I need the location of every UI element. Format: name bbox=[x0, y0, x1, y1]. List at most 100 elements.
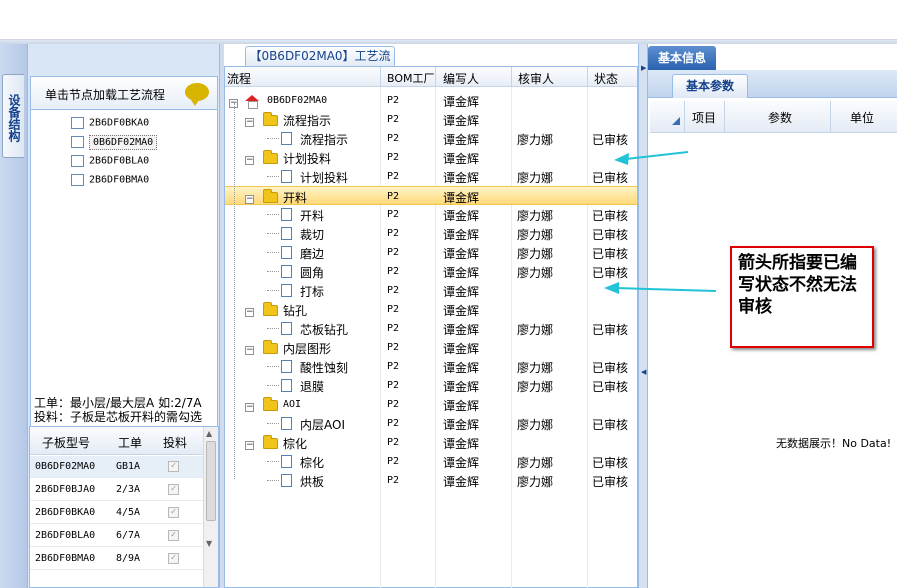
cell-reviewer: 廖力娜 bbox=[517, 266, 554, 280]
cell-process-name: 开料 bbox=[283, 191, 308, 205]
cell-writer: 谭金辉 bbox=[443, 209, 480, 223]
annotation-callout: 箭头所指要已编写状态不然无法审核 bbox=[730, 246, 874, 348]
scroll-down-icon[interactable]: ▼ bbox=[206, 539, 212, 548]
col-writer[interactable]: 编写人 bbox=[443, 70, 479, 87]
process-row[interactable]: 退膜 P2 谭金辉 廖力娜 已审核 bbox=[225, 376, 637, 395]
collapse-icon[interactable]: − bbox=[245, 346, 254, 355]
cell-process-name: 烘板 bbox=[300, 475, 325, 489]
cell-factory: P2 bbox=[387, 191, 400, 202]
cell-writer: 谭金辉 bbox=[443, 285, 480, 299]
tree-connector bbox=[267, 233, 279, 234]
cell-status: 已审核 bbox=[592, 323, 629, 337]
sub-grid-row[interactable]: 0B6DF02MA0 GB1A ✓ bbox=[30, 456, 205, 478]
collapse-left-icon[interactable]: ◀ bbox=[641, 368, 646, 376]
col-sub-model[interactable]: 子板型号 bbox=[42, 434, 90, 451]
device-tree: −AB6DF02LA02B6DF0BJA02B6DF0BKA00B6DF02MA… bbox=[30, 76, 218, 430]
cell-factory: P2 bbox=[387, 266, 400, 277]
scroll-up-icon[interactable]: ▲ bbox=[206, 429, 212, 438]
process-row[interactable]: 磨边 P2 谭金辉 廖力娜 已审核 bbox=[225, 243, 637, 262]
process-row[interactable]: 裁切 P2 谭金辉 廖力娜 已审核 bbox=[225, 224, 637, 243]
col-flow[interactable]: 流程 bbox=[227, 70, 251, 87]
sub-grid-row[interactable]: 2B6DF0BJA0 2/3A ✓ bbox=[30, 479, 205, 501]
col-item[interactable]: 项目 bbox=[692, 109, 716, 126]
cell-process-name: 计划投料 bbox=[283, 152, 332, 166]
process-row[interactable]: 开料 P2 谭金辉 廖力娜 已审核 bbox=[225, 205, 637, 224]
collapse-icon[interactable]: − bbox=[245, 195, 254, 204]
sub-grid-row[interactable]: 2B6DF0BLA0 6/7A ✓ bbox=[30, 525, 205, 547]
cell-writer: 谭金辉 bbox=[443, 380, 480, 394]
cell-writer: 谭金辉 bbox=[443, 304, 480, 318]
process-row-root[interactable]: −0B6DF02MA0 P2 谭金辉 bbox=[225, 91, 637, 110]
tab-device-structure[interactable]: 设备结构 bbox=[2, 74, 24, 158]
col-bom-factory[interactable]: BOM工厂 bbox=[387, 70, 435, 86]
process-row[interactable]: − 内层图形 P2 谭金辉 bbox=[225, 338, 637, 357]
cell-reviewer: 廖力娜 bbox=[517, 171, 554, 185]
process-row[interactable]: − AOI P2 谭金辉 bbox=[225, 395, 637, 414]
document-icon bbox=[281, 474, 292, 487]
process-grid-header: 流程 BOM工厂 编写人 核审人 状态 bbox=[225, 67, 637, 87]
process-row[interactable]: 芯板钻孔 P2 谭金辉 廖力娜 已审核 bbox=[225, 319, 637, 338]
tree-node-label: 0B6DF02MA0 bbox=[89, 134, 158, 150]
node-icon bbox=[71, 155, 84, 167]
cell-factory: P2 bbox=[387, 285, 400, 296]
cell-factory: P2 bbox=[387, 342, 400, 353]
col-work-order[interactable]: 工单 bbox=[118, 434, 142, 451]
tree-node-child[interactable]: 2B6DF0BMA0 bbox=[71, 174, 149, 193]
cell-writer: 谭金辉 bbox=[443, 399, 480, 413]
collapse-icon[interactable]: − bbox=[245, 156, 254, 165]
cell-factory: P2 bbox=[387, 95, 400, 106]
scroll-thumb[interactable] bbox=[206, 441, 216, 521]
sub-grid-row[interactable]: 2B6DF0BMA0 8/9A ✓ bbox=[30, 548, 205, 570]
process-flow-grid: 流程 BOM工厂 编写人 核审人 状态 − 0B6DF02MA0 P2 谭金辉 − 流程指… bbox=[224, 66, 638, 588]
process-row[interactable]: 棕化 P2 谭金辉 廖力娜 已审核 bbox=[225, 452, 637, 471]
cell-order: 2/3A bbox=[116, 484, 141, 495]
process-row[interactable]: 内层AOI P2 谭金辉 廖力娜 已审核 bbox=[225, 414, 637, 433]
tree-node-child[interactable]: 0B6DF02MA0 bbox=[71, 134, 158, 155]
header-divider bbox=[587, 67, 588, 87]
feed-checkbox[interactable]: ✓ bbox=[168, 507, 179, 518]
collapse-icon[interactable]: − bbox=[245, 118, 254, 127]
process-row[interactable]: 打标 P2 谭金辉 bbox=[225, 281, 637, 300]
process-row[interactable]: − 计划投料 P2 谭金辉 bbox=[225, 148, 637, 167]
collapse-icon[interactable]: − bbox=[245, 308, 254, 317]
feed-checkbox[interactable]: ✓ bbox=[168, 530, 179, 541]
tab-basic-params[interactable]: 基本参数 bbox=[672, 74, 748, 98]
col-feed[interactable]: 投料 bbox=[163, 434, 187, 451]
process-row[interactable]: 流程指示 P2 谭金辉 廖力娜 已审核 bbox=[225, 129, 637, 148]
process-row[interactable]: 酸性蚀刻 P2 谭金辉 廖力娜 已审核 bbox=[225, 357, 637, 376]
cell-process-name: 棕化 bbox=[300, 456, 325, 470]
process-flow-title: 【0B6DF02MA0】工艺流程 bbox=[245, 46, 395, 81]
tree-node-child[interactable]: 2B6DF0BKA0 bbox=[71, 117, 149, 136]
col-reviewer[interactable]: 核审人 bbox=[518, 70, 554, 87]
note-line-feed: 投料：子板是芯板开料的需勾选 bbox=[34, 410, 203, 424]
process-row[interactable]: 圆角 P2 谭金辉 廖力娜 已审核 bbox=[225, 262, 637, 281]
process-row[interactable]: 烘板 P2 谭金辉 廖力娜 已审核 bbox=[225, 471, 637, 490]
tree-node-child[interactable]: 2B6DF0BLA0 bbox=[71, 155, 149, 174]
process-row[interactable]: 计划投料 P2 谭金辉 廖力娜 已审核 bbox=[225, 167, 637, 186]
process-row[interactable]: − 流程指示 P2 谭金辉 bbox=[225, 110, 637, 129]
feed-checkbox[interactable]: ✓ bbox=[168, 484, 179, 495]
process-row[interactable]: − 钻孔 P2 谭金辉 bbox=[225, 300, 637, 319]
collapse-icon[interactable]: − bbox=[245, 403, 254, 412]
tree-node-label: 2B6DF0BMA0 bbox=[89, 174, 150, 186]
tree-connector bbox=[267, 176, 279, 177]
col-param[interactable]: 参数 bbox=[768, 109, 792, 126]
cell-process-name: 钻孔 bbox=[283, 304, 308, 318]
sub-grid-row[interactable]: 2B6DF0BKA0 4/5A ✓ bbox=[30, 502, 205, 524]
feed-checkbox[interactable]: ✓ bbox=[168, 553, 179, 564]
process-row[interactable]: − 棕化 P2 谭金辉 bbox=[225, 433, 637, 452]
process-row[interactable]: − 开料 P2 谭金辉 bbox=[225, 186, 637, 205]
document-icon bbox=[281, 227, 292, 240]
right-splitter[interactable]: ◀ ▶ bbox=[638, 44, 648, 588]
col-status[interactable]: 状态 bbox=[594, 70, 618, 87]
collapse-right-icon[interactable]: ▶ bbox=[641, 64, 646, 72]
document-icon bbox=[281, 379, 292, 392]
feed-checkbox[interactable]: ✓ bbox=[168, 461, 179, 472]
tab-basic-info[interactable]: 基本信息 bbox=[648, 46, 716, 70]
sub-grid-scrollbar[interactable]: ▲ ▼ bbox=[203, 427, 218, 587]
cell-writer: 谭金辉 bbox=[443, 323, 480, 337]
cell-factory: P2 bbox=[387, 323, 400, 334]
col-unit[interactable]: 单位 bbox=[850, 109, 874, 126]
collapse-icon[interactable]: − bbox=[245, 441, 254, 450]
tree-connector bbox=[234, 103, 235, 479]
